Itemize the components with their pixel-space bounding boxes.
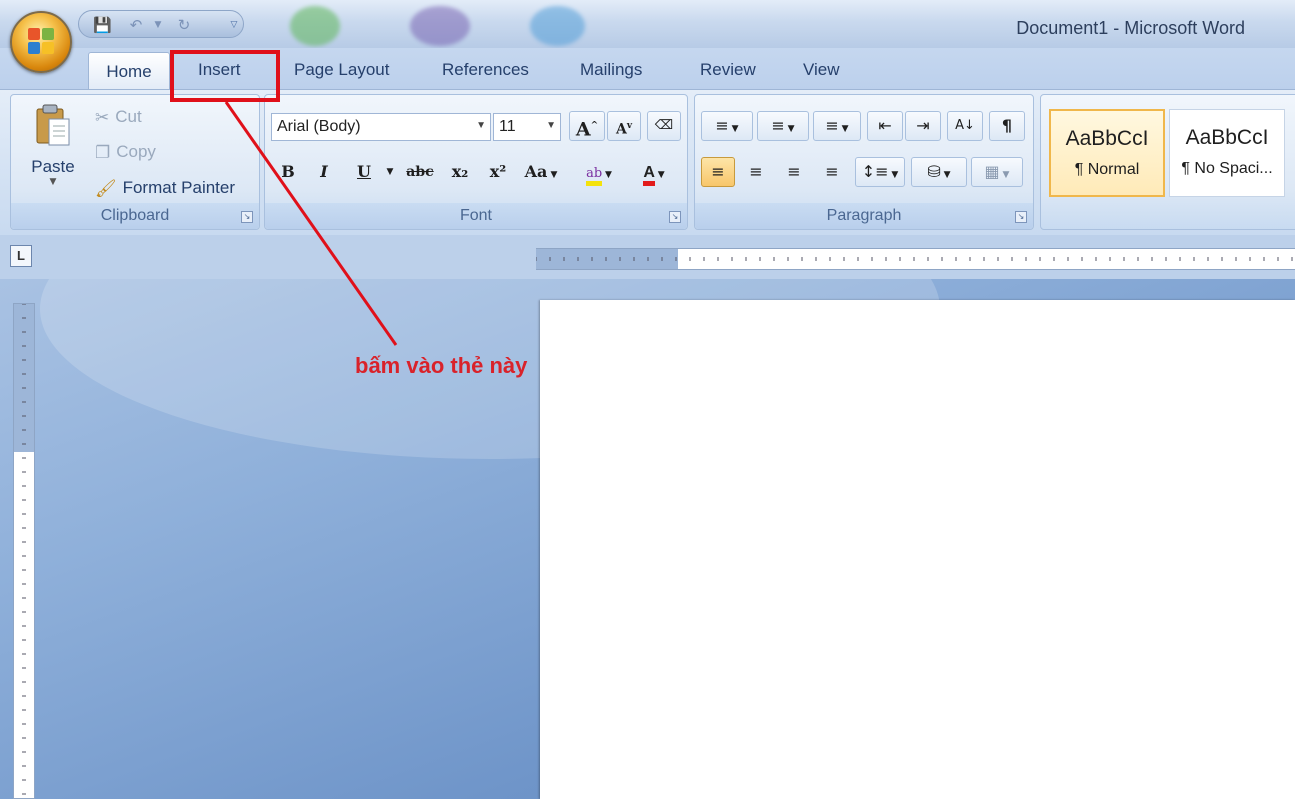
annotation-arrow bbox=[224, 101, 398, 346]
annotation-text: bấm vào thẻ này bbox=[355, 353, 528, 378]
annotation-highlight-box bbox=[170, 50, 280, 102]
